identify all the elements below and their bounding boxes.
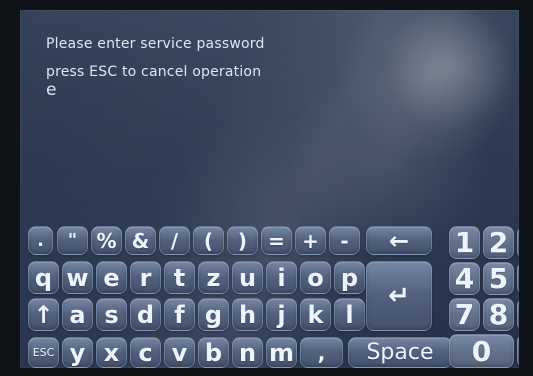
key-ampersand[interactable]: &	[125, 226, 156, 255]
top-bezel	[0, 0, 533, 10]
key-v[interactable]: v	[164, 337, 195, 368]
key-plus[interactable]: +	[295, 226, 326, 255]
key-comma[interactable]: ,	[300, 337, 343, 368]
device-photo: Please enter service password press ESC …	[0, 0, 533, 376]
key-quote[interactable]: "	[57, 226, 88, 255]
key-w[interactable]: w	[62, 261, 93, 294]
key-j[interactable]: j	[266, 298, 297, 331]
key-l[interactable]: l	[334, 298, 365, 331]
key-n[interactable]: n	[232, 337, 263, 368]
key-close-paren[interactable]: )	[227, 226, 258, 255]
key-f[interactable]: f	[164, 298, 195, 331]
key-y[interactable]: y	[62, 337, 93, 368]
key-num-8[interactable]: 8	[483, 298, 514, 331]
key-num-4[interactable]: 4	[449, 262, 480, 295]
key-s[interactable]: s	[96, 298, 127, 331]
key-percent[interactable]: %	[91, 226, 122, 255]
key-c[interactable]: c	[130, 337, 161, 368]
key-equals[interactable]: =	[261, 226, 292, 255]
key-r[interactable]: r	[130, 261, 161, 294]
key-u[interactable]: u	[232, 261, 263, 294]
key-z[interactable]: z	[198, 261, 229, 294]
key-h[interactable]: h	[232, 298, 263, 331]
key-num-0[interactable]: 0	[449, 334, 514, 368]
esc-key[interactable]: ESC	[28, 337, 59, 368]
key-num-comma[interactable]: ,	[517, 334, 519, 368]
key-i[interactable]: i	[266, 261, 297, 294]
message-area: Please enter service password press ESC …	[46, 35, 366, 120]
onscreen-keyboard: . " % & / ( ) = + - ← q w e r t z u i o …	[28, 226, 519, 368]
key-p[interactable]: p	[334, 261, 365, 294]
key-num-3[interactable]: 3	[517, 226, 519, 259]
key-num-6[interactable]: 6	[517, 262, 519, 295]
key-period[interactable]: .	[28, 226, 53, 255]
key-num-7[interactable]: 7	[449, 298, 480, 331]
escape-hint-text: press ESC to cancel operation	[46, 64, 262, 80]
space-key[interactable]: Space	[348, 337, 452, 368]
key-num-9[interactable]: 9	[517, 298, 519, 331]
key-num-5[interactable]: 5	[483, 262, 514, 295]
backspace-key[interactable]: ←	[366, 226, 432, 255]
key-num-1[interactable]: 1	[449, 226, 480, 259]
key-x[interactable]: x	[96, 337, 127, 368]
password-prompt-text: Please enter service password	[46, 36, 265, 52]
key-minus[interactable]: -	[329, 226, 360, 255]
left-bezel	[0, 0, 20, 376]
key-o[interactable]: o	[300, 261, 331, 294]
key-b[interactable]: b	[198, 337, 229, 368]
key-g[interactable]: g	[198, 298, 229, 331]
key-slash[interactable]: /	[159, 226, 190, 255]
touch-screen: Please enter service password press ESC …	[20, 10, 519, 368]
key-d[interactable]: d	[130, 298, 161, 331]
key-a[interactable]: a	[62, 298, 93, 331]
key-num-2[interactable]: 2	[483, 226, 514, 259]
key-k[interactable]: k	[300, 298, 331, 331]
key-q[interactable]: q	[28, 261, 59, 294]
key-t[interactable]: t	[164, 261, 195, 294]
shift-key[interactable]: ↑	[28, 298, 59, 331]
key-m[interactable]: m	[266, 337, 297, 368]
enter-key[interactable]: ↵	[366, 261, 432, 331]
key-e[interactable]: e	[96, 261, 127, 294]
entered-text: e	[46, 80, 57, 100]
right-bezel	[519, 0, 533, 376]
key-open-paren[interactable]: (	[193, 226, 224, 255]
bottom-bezel	[0, 368, 533, 376]
